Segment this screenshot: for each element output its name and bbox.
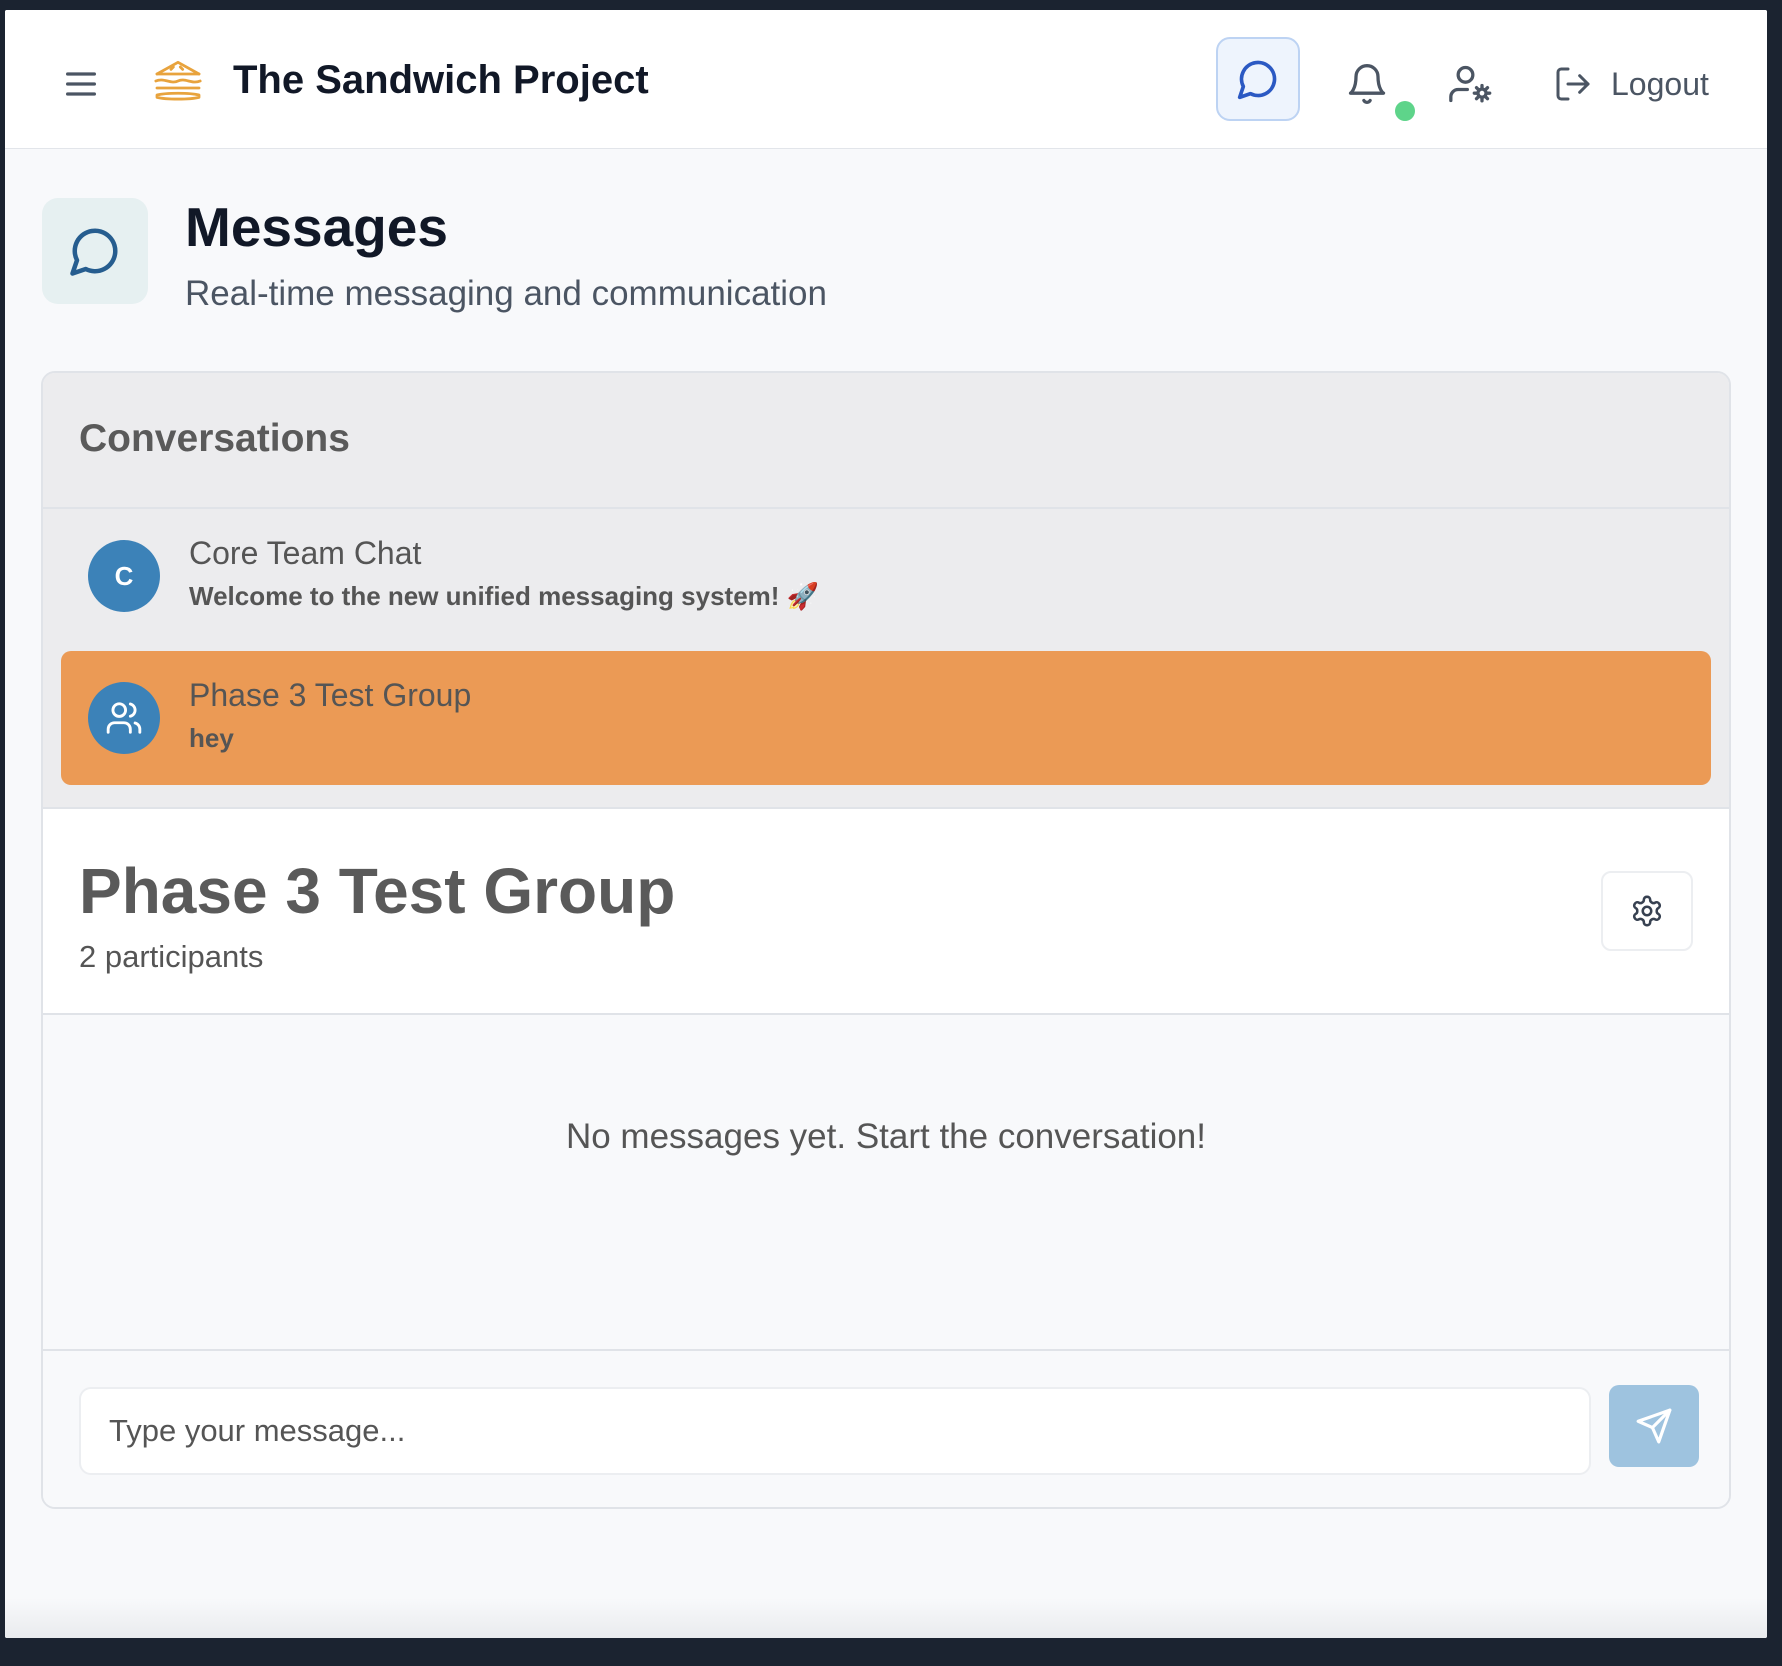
conversations-panel: Conversations C Core Team Chat Welcome t…: [43, 373, 1729, 809]
avatar: [88, 682, 160, 754]
chat-settings-button[interactable]: [1601, 871, 1693, 951]
chat-bubble-icon: [70, 228, 118, 276]
gear-icon: [1632, 895, 1662, 927]
message-input[interactable]: [79, 1387, 1591, 1475]
conversations-heading: Conversations: [79, 417, 350, 460]
logout-label: Logout: [1611, 65, 1709, 102]
conversation-name: Core Team Chat: [189, 535, 422, 571]
menu-button[interactable]: [61, 64, 101, 104]
send-button[interactable]: [1609, 1385, 1699, 1467]
notifications-button[interactable]: [1345, 62, 1389, 106]
conversations-header: Conversations: [43, 373, 1729, 509]
online-status-dot: [1395, 101, 1415, 121]
avatar: C: [88, 540, 160, 612]
conversation-name: Phase 3 Test Group: [189, 677, 472, 713]
messaging-card: Conversations C Core Team Chat Welcome t…: [41, 371, 1731, 1509]
user-settings-icon: [1449, 65, 1492, 103]
logout-button[interactable]: Logout: [1553, 60, 1709, 108]
logout-icon: [1556, 67, 1590, 101]
bell-icon: [1348, 64, 1386, 104]
messages-area: No messages yet. Start the conversation!: [43, 1015, 1729, 1351]
participant-count: 2 participants: [79, 939, 264, 974]
user-settings-button[interactable]: [1447, 62, 1495, 106]
bottom-fade: [5, 1598, 1767, 1638]
sandwich-logo-icon: [150, 53, 206, 109]
chat-title: Phase 3 Test Group: [79, 855, 676, 927]
menu-icon: [66, 72, 97, 96]
empty-state-text: No messages yet. Start the conversation!: [565, 1117, 1207, 1156]
chat-header: Phase 3 Test Group 2 participants: [43, 809, 1729, 1015]
conversation-preview: Welcome to the new unified messaging sys…: [189, 581, 820, 611]
conversation-item-core-team-chat[interactable]: C Core Team Chat Welcome to the new unif…: [61, 509, 1711, 643]
page-title: Messages: [185, 196, 448, 258]
top-navbar: The Sandwich Project Logout: [5, 10, 1767, 149]
users-icon: [106, 702, 142, 734]
messages-page-icon: [42, 198, 148, 304]
message-composer: [43, 1351, 1729, 1507]
messages-nav-button[interactable]: [1216, 37, 1300, 121]
app-title: The Sandwich Project: [233, 58, 649, 102]
page-subtitle: Real-time messaging and communication: [185, 274, 827, 313]
conversation-preview: hey: [189, 723, 234, 753]
app-window: The Sandwich Project Logout Messages Rea…: [5, 10, 1767, 1638]
conversation-item-phase-3-test-group[interactable]: Phase 3 Test Group hey: [61, 651, 1711, 785]
chat-bubble-icon: [1237, 60, 1277, 100]
send-icon: [1636, 1408, 1672, 1444]
